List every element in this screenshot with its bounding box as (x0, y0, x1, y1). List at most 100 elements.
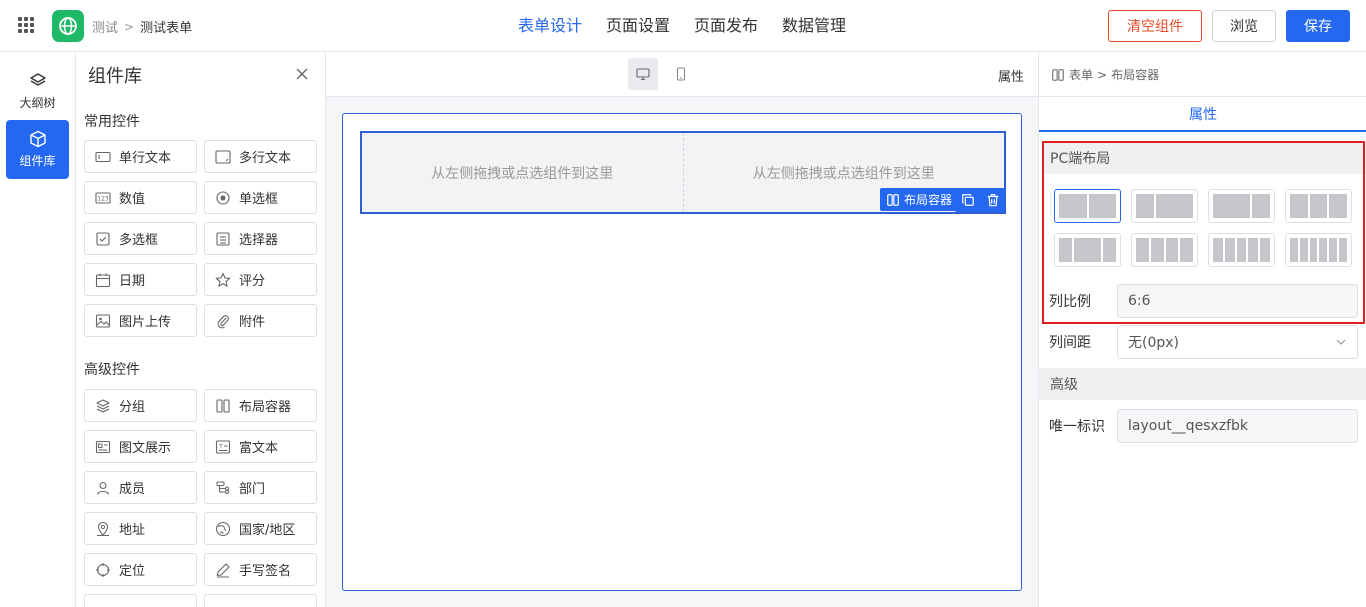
column-gap-value: 无(0px) (1128, 335, 1180, 351)
component-label: 日期 (119, 274, 146, 289)
column-ratio-field[interactable]: 6:6 (1117, 284, 1358, 318)
tab-properties[interactable]: 属性 (1039, 96, 1366, 132)
mobile-icon (676, 67, 686, 81)
component-select[interactable]: 选择器 (204, 222, 317, 255)
mobile-view-button[interactable] (666, 58, 696, 90)
preview-button[interactable]: 浏览 (1212, 10, 1276, 42)
component-signature[interactable]: 手写签名 (204, 553, 317, 586)
user-icon (95, 480, 111, 496)
breadcrumb-app[interactable]: 测试 (92, 17, 118, 36)
monitor-icon (636, 68, 650, 81)
component-label: 选择器 (239, 233, 279, 248)
form-canvas: 从左侧拖拽或点选组件到这里 从左侧拖拽或点选组件到这里 布局容器 (342, 113, 1022, 591)
component-label: 图文展示 (119, 441, 172, 456)
rich-text-icon: T (215, 439, 231, 455)
component-department[interactable]: 部门 (204, 471, 317, 504)
layout-option-5-cols[interactable] (1208, 233, 1275, 267)
column-gap-label: 列间距 (1049, 335, 1091, 351)
component-attachment[interactable]: 附件 (204, 304, 317, 337)
panel-breadcrumb-form[interactable]: 表单 (1069, 66, 1093, 83)
layout-option-1-1-1[interactable] (1285, 189, 1352, 223)
component-label: 多行文本 (239, 151, 292, 166)
component-partially-hidden[interactable] (84, 594, 197, 607)
component-number[interactable]: 123 数值 (84, 181, 197, 214)
component-member[interactable]: 成员 (84, 471, 197, 504)
component-label: 数值 (119, 192, 146, 207)
delete-icon[interactable] (985, 192, 1001, 208)
column-gap-select[interactable]: 无(0px) (1117, 325, 1358, 359)
panel-breadcrumb: 表单 > 布局容器 (1051, 66, 1159, 83)
columns-icon (215, 398, 231, 414)
paperclip-icon (215, 313, 231, 329)
component-image-upload[interactable]: 图片上传 (84, 304, 197, 337)
component-image-text[interactable]: 图文展示 (84, 430, 197, 463)
cube-icon (29, 130, 46, 148)
layout-option-4-cols[interactable] (1131, 233, 1198, 267)
nav-item-outline-tree[interactable]: 大纲树 (6, 62, 69, 121)
layout-option-1-2-1[interactable] (1054, 233, 1121, 267)
pc-layout-section-title: PC端布局 (1042, 142, 1366, 174)
component-rich-text[interactable]: T 富文本 (204, 430, 317, 463)
globe-logo-icon (59, 17, 77, 35)
desktop-view-button[interactable] (628, 58, 658, 90)
component-address[interactable]: 地址 (84, 512, 197, 545)
image-upload-icon (95, 313, 111, 329)
canvas-toolbar: 属性 (326, 52, 1038, 97)
component-single-line-text[interactable]: 单行文本 (84, 140, 197, 173)
layout-option-6-cols[interactable] (1285, 233, 1352, 267)
component-label: 成员 (119, 482, 146, 497)
component-label: 单选框 (239, 192, 279, 207)
advanced-section-title: 高级 (1039, 368, 1366, 400)
nav-item-component-library[interactable]: 组件库 (6, 120, 69, 179)
component-partially-hidden[interactable] (204, 594, 317, 607)
multi-line-text-icon (215, 149, 231, 165)
component-rating[interactable]: 评分 (204, 263, 317, 296)
image-text-icon (95, 439, 111, 455)
tab-page-settings[interactable]: 页面设置 (606, 0, 670, 52)
radio-icon (215, 190, 231, 206)
component-label: 布局容器 (239, 400, 292, 415)
component-layout-container[interactable]: 布局容器 (204, 389, 317, 422)
component-country-region[interactable]: 国家/地区 (204, 512, 317, 545)
layout-option-1-2[interactable] (1131, 189, 1198, 223)
layout-option-1-1[interactable] (1054, 189, 1121, 223)
globe-icon (215, 521, 231, 537)
select-icon (215, 231, 231, 247)
apps-grid-icon[interactable] (18, 17, 34, 33)
number-icon: 123 (95, 190, 111, 206)
nav-item-label: 组件库 (19, 154, 56, 168)
component-checkbox[interactable]: 多选框 (84, 222, 197, 255)
tab-page-publish[interactable]: 页面发布 (694, 0, 758, 52)
chevron-down-icon (1336, 339, 1346, 345)
properties-link[interactable]: 属性 (998, 66, 1024, 85)
tab-data-management[interactable]: 数据管理 (782, 0, 846, 52)
component-multi-line-text[interactable]: 多行文本 (204, 140, 317, 173)
library-title: 组件库 (88, 66, 142, 87)
component-positioning[interactable]: 定位 (84, 553, 197, 586)
unique-id-label: 唯一标识 (1049, 419, 1105, 435)
layout-column-left[interactable]: 从左侧拖拽或点选组件到这里 (362, 133, 684, 212)
advanced-components-grid: 分组 布局容器 图文展示 T 富文本 成员 部门 地址 国家/地区 定位 手写签… (84, 389, 317, 607)
svg-text:123: 123 (97, 195, 109, 202)
close-icon[interactable] (294, 66, 310, 82)
component-group[interactable]: 分组 (84, 389, 197, 422)
main-tabs: 表单设计 页面设置 页面发布 数据管理 (518, 0, 846, 52)
unique-id-field[interactable]: layout__qesxzfbk (1117, 409, 1358, 443)
tab-form-design[interactable]: 表单设计 (518, 0, 582, 52)
component-date[interactable]: 日期 (84, 263, 197, 296)
pen-icon (215, 562, 231, 578)
save-button[interactable]: 保存 (1286, 10, 1350, 42)
component-label: 手写签名 (239, 564, 292, 579)
breadcrumb: 测试 > 测试表单 (92, 17, 192, 37)
app-logo[interactable] (52, 10, 84, 42)
clear-components-button[interactable]: 清空组件 (1108, 10, 1202, 42)
target-icon (95, 562, 111, 578)
layout-option-2-1[interactable] (1208, 189, 1275, 223)
group-title-common: 常用控件 (84, 114, 140, 130)
component-radio[interactable]: 单选框 (204, 181, 317, 214)
component-label: 富文本 (239, 441, 279, 456)
unique-id-row: 唯一标识 layout__qesxzfbk (1049, 409, 1359, 443)
component-label: 多选框 (119, 233, 159, 248)
layout-container-tag[interactable]: 布局容器 (880, 188, 959, 211)
copy-icon[interactable] (960, 192, 976, 208)
